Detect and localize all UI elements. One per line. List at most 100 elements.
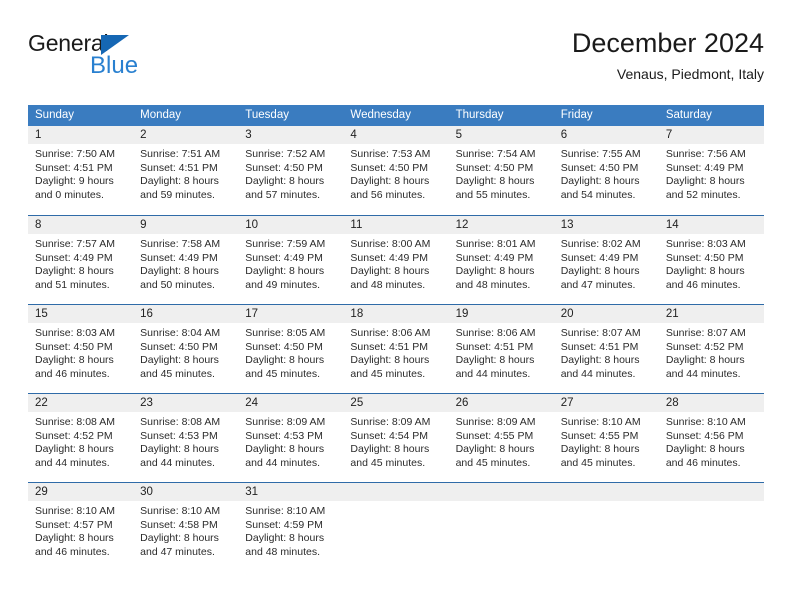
- day-details: Sunrise: 8:07 AM Sunset: 4:52 PM Daylight:…: [658, 323, 764, 393]
- day-number: 11: [350, 219, 363, 231]
- day-cell[interactable]: 8 Sunrise: 7:57 AM Sunset: 4:49 PM Daylight…: [28, 216, 134, 304]
- sunset-text: Sunset: 4:51 PM: [140, 161, 218, 174]
- daylight-text-line2: and 49 minutes.: [245, 278, 320, 291]
- day-details: Sunrise: 8:04 AM Sunset: 4:50 PM Daylight:…: [133, 323, 239, 393]
- sunrise-text: Sunrise: 8:02 AM: [560, 238, 641, 250]
- day-number: 18: [350, 308, 364, 320]
- sunrise-text: Sunrise: 7:54 AM: [455, 148, 536, 160]
- week-row: 15 Sunrise: 8:03 AM Sunset: 4:50 PM Dayligh…: [28, 304, 764, 393]
- sunrise-text: Sunrise: 8:09 AM: [455, 416, 536, 428]
- daylight-text-line2: and 46 minutes.: [665, 456, 741, 469]
- daylight-text-line2: and 44 minutes.: [245, 456, 320, 469]
- daylight-text-line2: and 45 minutes.: [140, 367, 215, 380]
- sunset-text: Sunset: 4:49 PM: [350, 251, 429, 264]
- brand-logo[interactable]: General Blue: [28, 32, 228, 94]
- day-number-band: [448, 483, 554, 501]
- day-details: Sunrise: 8:03 AM Sunset: 4:50 PM Daylight:…: [658, 234, 764, 304]
- daylight-text-line1: Daylight: 8 hours: [140, 265, 219, 278]
- sunset-text: Sunset: 4:57 PM: [35, 518, 113, 531]
- daylight-text-line2: and 47 minutes.: [140, 545, 215, 558]
- daylight-text-line1: Daylight: 8 hours: [245, 532, 325, 545]
- day-cell[interactable]: 15 Sunrise: 8:03 AM Sunset: 4:50 PM Dayligh…: [28, 305, 134, 393]
- day-number-band: 25: [343, 394, 449, 412]
- day-cell-empty: [553, 483, 659, 571]
- day-cell[interactable]: 24 Sunrise: 8:09 AM Sunset: 4:53 PM Dayligh…: [238, 394, 344, 482]
- day-cell[interactable]: 22 Sunrise: 8:08 AM Sunset: 4:52 PM Dayligh…: [28, 394, 134, 482]
- day-cell[interactable]: 11 Sunrise: 8:00 AM Sunset: 4:49 PM Dayligh…: [343, 216, 449, 304]
- sunset-text: Sunset: 4:49 PM: [455, 251, 534, 264]
- day-cell[interactable]: 19 Sunrise: 8:06 AM Sunset: 4:51 PM Dayligh…: [448, 305, 554, 393]
- day-cell[interactable]: 17 Sunrise: 8:05 AM Sunset: 4:50 PM Dayligh…: [238, 305, 344, 393]
- sunset-text: Sunset: 4:50 PM: [350, 161, 429, 174]
- sunrise-text: Sunrise: 7:58 AM: [140, 238, 221, 250]
- day-number: 29: [35, 486, 48, 498]
- day-cell[interactable]: 14 Sunrise: 8:03 AM Sunset: 4:50 PM Dayligh…: [658, 216, 764, 304]
- day-cell[interactable]: 4 Sunrise: 7:53 AM Sunset: 4:50 PM Daylight…: [343, 126, 449, 215]
- day-number-band: 17: [238, 305, 344, 323]
- day-cell[interactable]: 13 Sunrise: 8:02 AM Sunset: 4:49 PM Dayligh…: [553, 216, 659, 304]
- day-cell[interactable]: 12 Sunrise: 8:01 AM Sunset: 4:49 PM Dayligh…: [448, 216, 554, 304]
- daylight-text-line1: Daylight: 8 hours: [35, 443, 114, 456]
- day-cell[interactable]: 18 Sunrise: 8:06 AM Sunset: 4:51 PM Dayligh…: [343, 305, 449, 393]
- daylight-text-line2: and 44 minutes.: [455, 367, 531, 380]
- daylight-text-line1: Daylight: 8 hours: [35, 265, 114, 278]
- day-number: 23: [140, 397, 153, 409]
- brand-name-blue: Blue: [90, 52, 139, 79]
- day-cell[interactable]: 30 Sunrise: 8:10 AM Sunset: 4:58 PM Dayligh…: [133, 483, 239, 571]
- daylight-text-line1: Daylight: 8 hours: [665, 175, 745, 188]
- daylight-text-line1: Daylight: 8 hours: [560, 354, 640, 367]
- daylight-text-line1: Daylight: 8 hours: [455, 265, 535, 278]
- day-cell[interactable]: 9 Sunrise: 7:58 AM Sunset: 4:49 PM Daylight…: [133, 216, 239, 304]
- weekday-header-thursday: Thursday: [455, 109, 504, 121]
- day-details: Sunrise: 8:07 AM Sunset: 4:51 PM Daylight:…: [553, 323, 659, 393]
- day-cell[interactable]: 21 Sunrise: 8:07 AM Sunset: 4:52 PM Dayligh…: [658, 305, 764, 393]
- day-cell[interactable]: 1 Sunrise: 7:50 AM Sunset: 4:51 PM Daylight…: [28, 126, 134, 215]
- daylight-text-line2: and 55 minutes.: [455, 188, 531, 201]
- day-cell[interactable]: 26 Sunrise: 8:09 AM Sunset: 4:55 PM Dayligh…: [448, 394, 554, 482]
- daylight-text-line1: Daylight: 8 hours: [350, 175, 430, 188]
- sunset-text: Sunset: 4:54 PM: [350, 429, 429, 442]
- daylight-text-line1: Daylight: 8 hours: [665, 265, 745, 278]
- day-number: 5: [455, 129, 462, 141]
- day-cell[interactable]: 31 Sunrise: 8:10 AM Sunset: 4:59 PM Dayligh…: [238, 483, 344, 571]
- day-details: Sunrise: 8:10 AM Sunset: 4:55 PM Daylight:…: [553, 412, 659, 482]
- sunrise-text: Sunrise: 8:05 AM: [245, 327, 326, 339]
- day-cell[interactable]: 29 Sunrise: 8:10 AM Sunset: 4:57 PM Dayligh…: [28, 483, 134, 571]
- daylight-text-line1: Daylight: 8 hours: [245, 354, 325, 367]
- day-number-band: 19: [448, 305, 554, 323]
- day-cell[interactable]: 7 Sunrise: 7:56 AM Sunset: 4:49 PM Daylight…: [658, 126, 764, 215]
- sunrise-text: Sunrise: 8:04 AM: [140, 327, 221, 339]
- day-cell[interactable]: 6 Sunrise: 7:55 AM Sunset: 4:50 PM Daylight…: [553, 126, 659, 215]
- daylight-text-line2: and 44 minutes.: [665, 367, 741, 380]
- day-cell[interactable]: 3 Sunrise: 7:52 AM Sunset: 4:50 PM Daylight…: [238, 126, 344, 215]
- day-number: 10: [245, 219, 259, 231]
- sunrise-text: Sunrise: 8:10 AM: [35, 505, 115, 517]
- day-number-band: 24: [238, 394, 344, 412]
- day-number-band: 10: [238, 216, 344, 234]
- daylight-text-line1: Daylight: 8 hours: [140, 532, 219, 545]
- day-cell[interactable]: 28 Sunrise: 8:10 AM Sunset: 4:56 PM Dayligh…: [658, 394, 764, 482]
- day-cell[interactable]: 5 Sunrise: 7:54 AM Sunset: 4:50 PM Daylight…: [448, 126, 554, 215]
- daylight-text-line2: and 50 minutes.: [140, 278, 215, 291]
- sunset-text: Sunset: 4:59 PM: [245, 518, 323, 531]
- day-number: 20: [560, 308, 574, 320]
- day-cell[interactable]: 27 Sunrise: 8:10 AM Sunset: 4:55 PM Dayligh…: [553, 394, 659, 482]
- daylight-text-line1: Daylight: 8 hours: [350, 354, 430, 367]
- day-cell[interactable]: 25 Sunrise: 8:09 AM Sunset: 4:54 PM Dayligh…: [343, 394, 449, 482]
- day-number: 6: [560, 129, 568, 141]
- day-cell-empty: [658, 483, 764, 571]
- day-number: 2: [140, 129, 147, 141]
- day-cell[interactable]: 23 Sunrise: 8:08 AM Sunset: 4:53 PM Dayligh…: [133, 394, 239, 482]
- day-number-band: 5: [448, 126, 554, 144]
- sunset-text: Sunset: 4:50 PM: [140, 340, 218, 353]
- day-details: [658, 501, 764, 571]
- sunrise-text: Sunrise: 8:08 AM: [35, 416, 115, 428]
- sunrise-text: Sunrise: 7:53 AM: [350, 148, 431, 160]
- day-details: Sunrise: 8:03 AM Sunset: 4:50 PM Daylight:…: [28, 323, 134, 393]
- day-cell[interactable]: 10 Sunrise: 7:59 AM Sunset: 4:49 PM Dayligh…: [238, 216, 344, 304]
- week-row: 22 Sunrise: 8:08 AM Sunset: 4:52 PM Dayligh…: [28, 393, 764, 482]
- day-cell[interactable]: 2 Sunrise: 7:51 AM Sunset: 4:51 PM Daylight…: [133, 126, 239, 215]
- masthead: General Blue December 2024 Venaus, Piedm…: [28, 28, 764, 100]
- day-cell[interactable]: 20 Sunrise: 8:07 AM Sunset: 4:51 PM Dayligh…: [553, 305, 659, 393]
- day-cell[interactable]: 16 Sunrise: 8:04 AM Sunset: 4:50 PM Dayligh…: [133, 305, 239, 393]
